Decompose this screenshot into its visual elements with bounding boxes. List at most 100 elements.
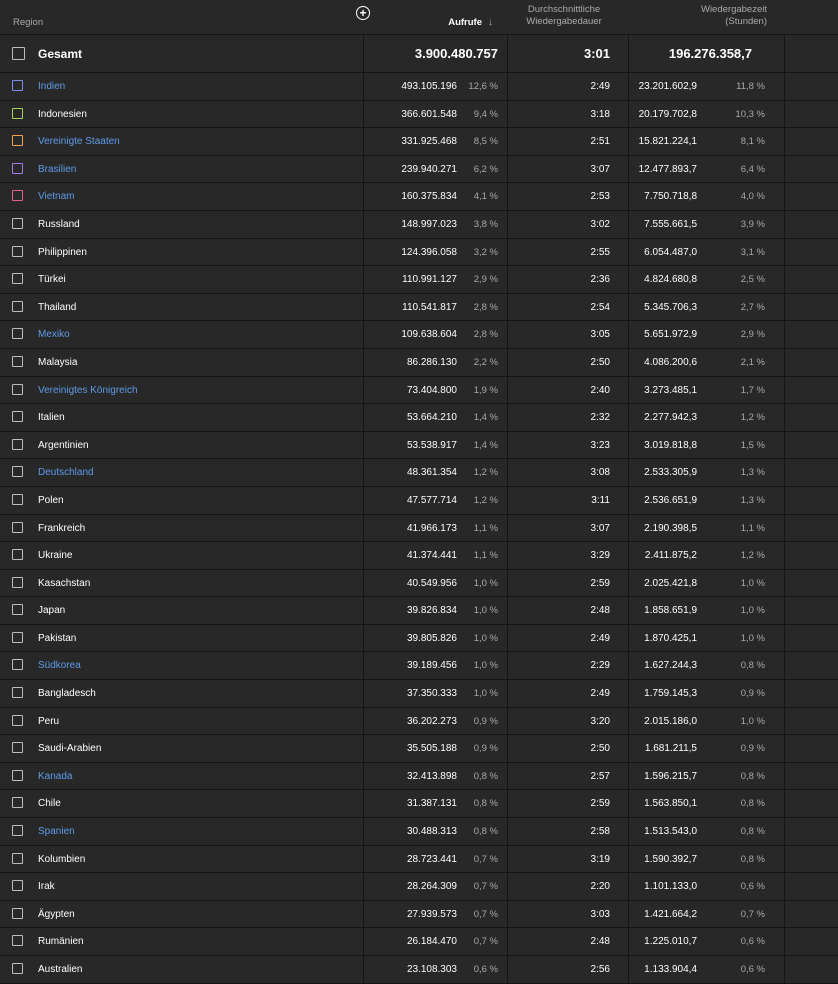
watch-time-percent: 0,8 %	[740, 853, 765, 865]
watch-time-percent: 0,6 %	[740, 936, 765, 948]
row-checkbox[interactable]	[12, 162, 23, 174]
avg-duration-value: 3:07	[590, 522, 610, 534]
row-checkbox[interactable]	[12, 438, 23, 450]
row-checkbox[interactable]	[12, 797, 23, 809]
region-name[interactable]: Südkorea	[38, 660, 81, 671]
region-name[interactable]: Brasilien	[38, 164, 76, 175]
row-checkbox[interactable]	[12, 963, 23, 974]
watch-time-value: 2.411.875,2	[644, 550, 697, 562]
region-name[interactable]: Vereinigte Staaten	[38, 136, 120, 147]
watch-time-percent: 1,2 %	[740, 412, 765, 424]
row-checkbox[interactable]	[12, 328, 23, 340]
row-checkbox[interactable]	[12, 907, 23, 919]
table-row: Ukraine 41.374.441 1,1 % 3:29 2.411.875,2 1,2…	[0, 542, 838, 570]
views-percent: 1,1 %	[473, 522, 498, 534]
region-column-header[interactable]: Region	[13, 17, 43, 29]
views-percent: 2,8 %	[473, 301, 498, 313]
watch-time-value: 2.015.186,0	[644, 715, 697, 727]
views-percent: 0,7 %	[473, 853, 498, 865]
row-checkbox[interactable]	[12, 852, 23, 864]
table-row: Spanien 30.488.313 0,8 % 2:58 1.513.543,0 0,8…	[0, 818, 838, 846]
region-name[interactable]: Vietnam	[38, 191, 75, 202]
region-name: Polen	[38, 494, 64, 506]
row-checkbox[interactable]	[12, 687, 23, 699]
watch-time-percent: 0,8 %	[740, 660, 765, 672]
watch-time-percent: 0,6 %	[740, 881, 765, 893]
views-value: 110.541.817	[402, 301, 457, 313]
views-column-header[interactable]: Aufrufe ↓	[365, 17, 493, 29]
table-row: Brasilien 239.940.271 6,2 % 3:07 12.477.893,…	[0, 156, 838, 184]
watch-time-percent: 1,0 %	[740, 577, 765, 589]
row-checkbox[interactable]	[12, 107, 23, 119]
row-checkbox[interactable]	[12, 493, 23, 505]
watch-time-percent: 2,9 %	[740, 329, 765, 341]
table-row: Vietnam 160.375.834 4,1 % 2:53 7.750.718,8 4,…	[0, 183, 838, 211]
row-checkbox[interactable]	[12, 217, 23, 229]
row-checkbox[interactable]	[12, 273, 23, 285]
row-checkbox[interactable]	[12, 769, 23, 781]
avg-duration-value: 2:29	[590, 660, 610, 672]
avg-duration-value: 2:59	[590, 577, 610, 589]
views-value: 28.264.309	[406, 881, 457, 893]
views-percent: 0,6 %	[473, 964, 498, 975]
watch-time-column-header[interactable]: Wiedergabezeit (Stunden)	[630, 4, 767, 28]
watch-time-value: 1.101.133,0	[644, 881, 697, 893]
region-name[interactable]: Mexiko	[38, 329, 70, 340]
row-checkbox[interactable]	[12, 80, 23, 91]
row-checkbox[interactable]	[12, 383, 23, 395]
row-checkbox[interactable]	[12, 190, 23, 202]
avg-duration-value: 2:56	[590, 964, 610, 975]
views-value: 31.387.131	[406, 798, 457, 810]
region-name[interactable]: Kanada	[38, 771, 72, 782]
region-name: Japan	[38, 605, 66, 617]
avg-duration-value: 3:07	[590, 163, 610, 175]
region-name: Frankreich	[38, 522, 86, 534]
row-checkbox[interactable]	[12, 521, 23, 533]
row-checkbox[interactable]	[12, 411, 23, 423]
views-percent: 0,9 %	[473, 743, 498, 755]
watch-time-percent: 3,1 %	[740, 246, 765, 258]
row-checkbox[interactable]	[12, 355, 23, 367]
row-checkbox[interactable]	[12, 576, 23, 588]
avg-duration-column-header[interactable]: Durchschnittliche Wiedergabedauer	[508, 4, 620, 28]
row-checkbox[interactable]	[12, 825, 23, 837]
row-checkbox[interactable]	[12, 245, 23, 257]
row-checkbox[interactable]	[12, 659, 23, 671]
row-checkbox[interactable]	[12, 300, 23, 312]
watch-time-value: 4.086.200,6	[644, 356, 697, 368]
watch-time-percent: 0,8 %	[740, 770, 765, 782]
watch-time-percent: 1,0 %	[740, 605, 765, 617]
row-checkbox[interactable]	[12, 880, 23, 892]
region-name: Irak	[38, 881, 55, 893]
table-row: Italien 53.664.210 1,4 % 2:32 2.277.942,3 1,2…	[0, 404, 838, 432]
avg-duration-value: 2:58	[590, 826, 610, 838]
table-row: Thailand 110.541.817 2,8 % 2:54 5.345.706,3 2…	[0, 294, 838, 322]
region-name[interactable]: Deutschland	[38, 467, 94, 478]
row-checkbox[interactable]	[12, 604, 23, 616]
watch-time-percent: 1,5 %	[740, 439, 765, 451]
region-name: Russland	[38, 218, 80, 230]
row-checkbox[interactable]	[12, 631, 23, 643]
region-name: Pakistan	[38, 632, 77, 644]
row-checkbox[interactable]	[12, 714, 23, 726]
region-name[interactable]: Spanien	[38, 826, 75, 837]
table-row: Peru 36.202.273 0,9 % 3:20 2.015.186,0 1,0 %	[0, 708, 838, 736]
total-checkbox[interactable]	[12, 47, 25, 60]
row-checkbox[interactable]	[12, 742, 23, 754]
region-name[interactable]: Vereinigtes Königreich	[38, 385, 138, 396]
region-name[interactable]: Indien	[38, 81, 65, 92]
views-value: 40.549.956	[406, 577, 457, 589]
avg-duration-value: 2:49	[590, 688, 610, 700]
views-percent: 12,6 %	[468, 81, 498, 92]
table-row: Südkorea 39.189.456 1,0 % 2:29 1.627.244,3 0,…	[0, 652, 838, 681]
views-value: 39.189.456	[406, 660, 457, 672]
region-name: Ägypten	[38, 908, 75, 920]
region-rows: Indien 493.105.196 12,6 % 2:49 23.201.602,9 1…	[0, 73, 838, 984]
avg-duration-value: 2:55	[590, 246, 610, 258]
table-row: Chile 31.387.131 0,8 % 2:59 1.563.850,1 0,8 %	[0, 790, 838, 819]
table-row: Kolumbien 28.723.441 0,7 % 3:19 1.590.392,7 0…	[0, 846, 838, 874]
row-checkbox[interactable]	[12, 466, 23, 478]
row-checkbox[interactable]	[12, 549, 23, 561]
row-checkbox[interactable]	[12, 135, 23, 147]
views-value: 148.997.023	[401, 218, 457, 230]
